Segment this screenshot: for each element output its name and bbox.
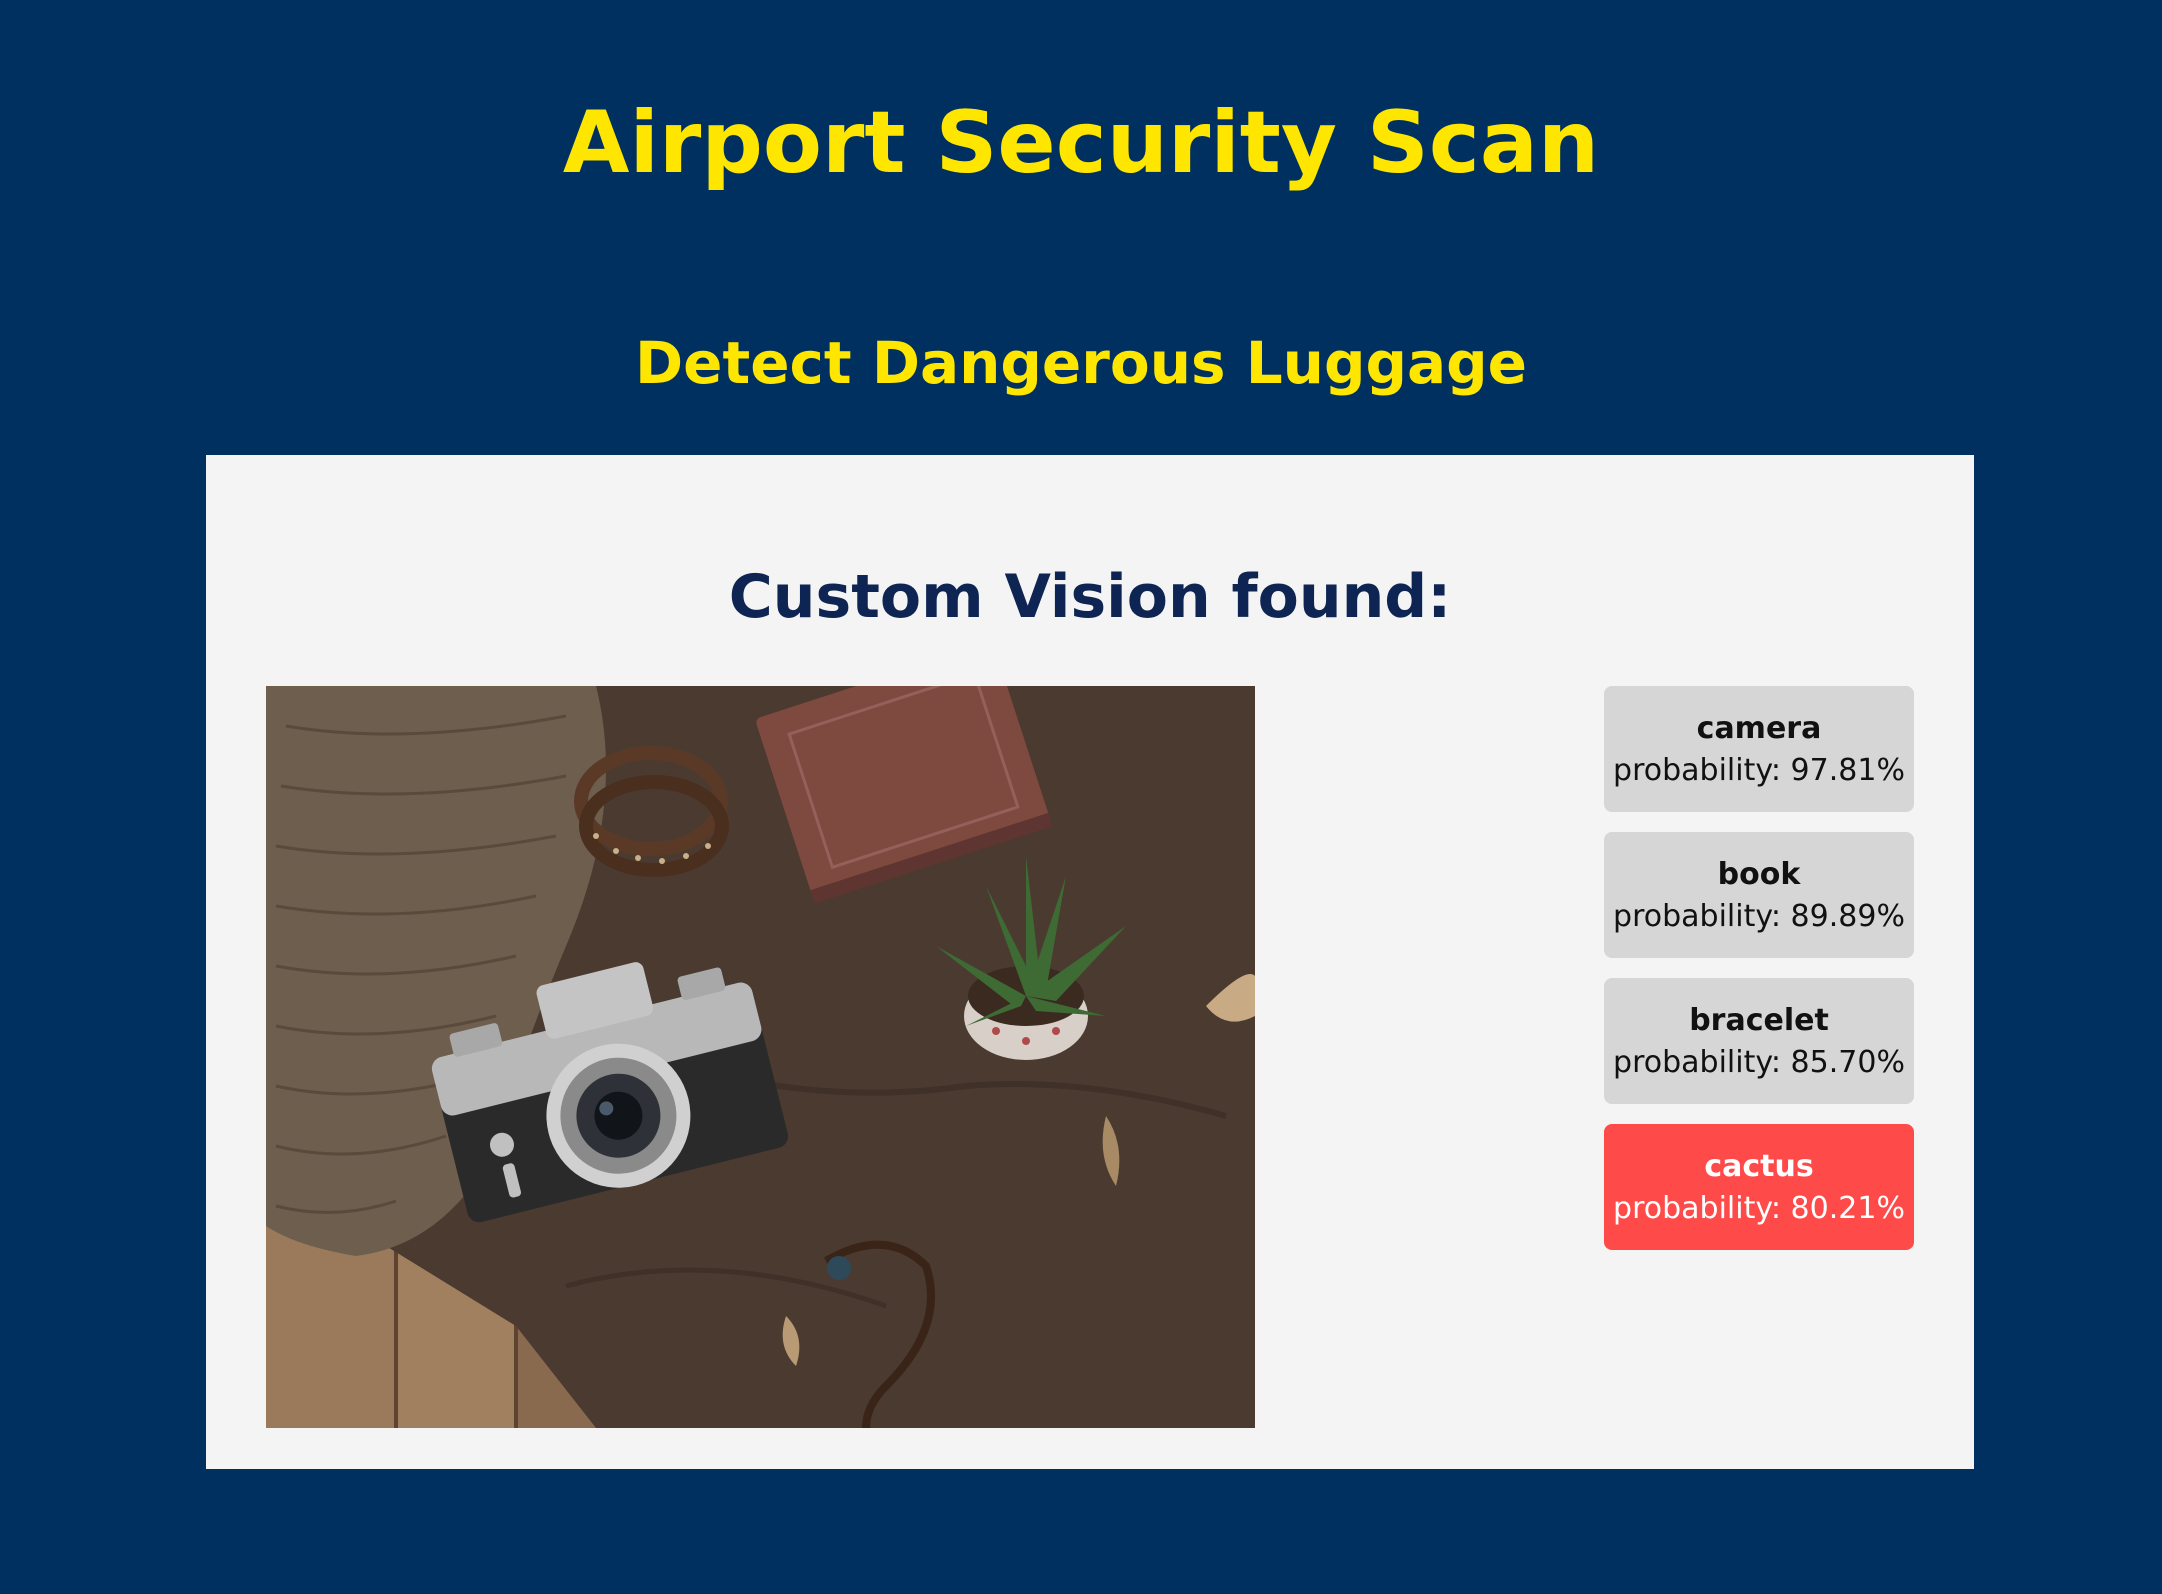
prediction-label: bracelet bbox=[1689, 1003, 1829, 1038]
results-panel: Custom Vision found: camera probability:… bbox=[206, 455, 1974, 1469]
prediction-label: camera bbox=[1696, 711, 1822, 746]
prediction-label: cactus bbox=[1704, 1149, 1814, 1184]
prediction-card-bracelet: bracelet probability: 85.70% bbox=[1604, 978, 1914, 1104]
prediction-card-cactus-dangerous: cactus probability: 80.21% bbox=[1604, 1124, 1914, 1250]
prediction-probability: probability: 85.70% bbox=[1613, 1045, 1905, 1080]
page-subtitle: Detect Dangerous Luggage bbox=[634, 329, 1527, 397]
prediction-label: book bbox=[1717, 857, 1801, 892]
page-title: Airport Security Scan bbox=[562, 93, 1600, 193]
prediction-probability: probability: 97.81% bbox=[1613, 753, 1905, 788]
prediction-probability: probability: 80.21% bbox=[1613, 1191, 1905, 1226]
prediction-list: camera probability: 97.81% book probabil… bbox=[1604, 686, 1914, 1270]
results-heading: Custom Vision found: bbox=[728, 562, 1452, 632]
prediction-probability: probability: 89.89% bbox=[1613, 899, 1905, 934]
prediction-card-book: book probability: 89.89% bbox=[1604, 832, 1914, 958]
prediction-card-camera: camera probability: 97.81% bbox=[1604, 686, 1914, 812]
scanned-luggage-image bbox=[266, 686, 1255, 1428]
